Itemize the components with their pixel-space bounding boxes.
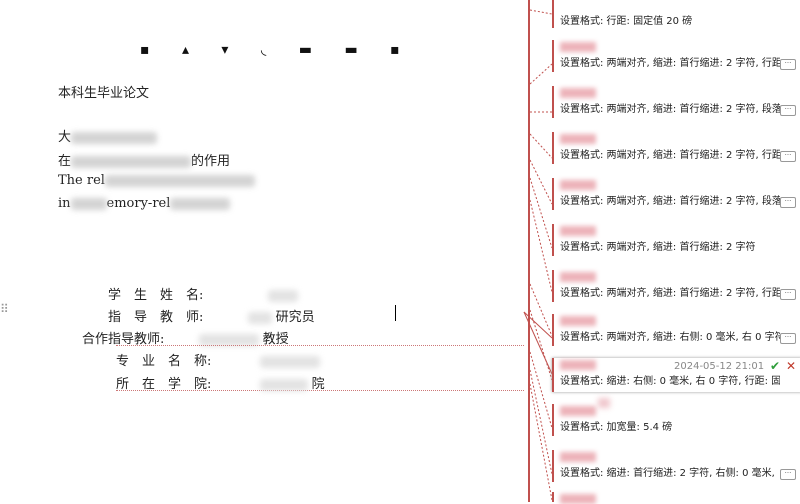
comment-author (560, 406, 596, 416)
comment-text: 设置格式: 行距: 固定值 20 磅 (560, 16, 693, 27)
comment-balloon[interactable]: 设置格式: 两端对齐, 缩进: 首行缩进: 2 字符, 行距 ··· (552, 270, 800, 302)
comment-balloon[interactable]: 设置格式: 两端对齐, 缩进: 首行缩进: 2 字符, 段落 ··· (552, 178, 800, 210)
comment-balloon[interactable]: 设置格式: 缩进: 首行缩进: 2 字符, 右侧: 0 毫米, ··· (552, 450, 800, 482)
comment-author (560, 42, 596, 52)
comment-text: 设置格式: 缩进: 首行缩进: 2 字符, 右侧: 0 毫米, (560, 468, 775, 479)
comment-balloon[interactable]: 设置格式: 两端对齐, 缩进: 首行缩进: 2 字符, 行距 ··· (552, 40, 800, 72)
redacted-mark (598, 398, 610, 408)
comment-author (560, 134, 596, 144)
comment-balloon-active[interactable]: 2024-05-12 21:01 ✔ ✕ 设置格式: 缩进: 右侧: 0 毫米,… (552, 358, 800, 392)
comment-author (560, 494, 596, 504)
comment-text: 设置格式: 两端对齐, 缩进: 右侧: 0 毫米, 右 0 字符 (560, 332, 780, 343)
comment-text: 设置格式: 两端对齐, 缩进: 首行缩进: 2 字符, 行距 (560, 58, 780, 69)
comment-author (560, 180, 596, 190)
comment-balloon[interactable]: 设置格式: 两端对齐, 缩进: 首行缩进: 2 字符, 段落 ··· (552, 86, 800, 118)
comment-balloon[interactable]: 设置格式: 两端对齐, 缩进: 右侧: 0 毫米, 右 0 字符 ··· (552, 314, 800, 346)
markup-margin-line (528, 0, 530, 502)
comment-text: 设置格式: 两端对齐, 缩进: 首行缩进: 2 字符, 段落 (560, 104, 780, 115)
comment-balloon[interactable] (552, 492, 800, 504)
comment-author (560, 316, 596, 326)
comment-text: 设置格式: 两端对齐, 缩进: 首行缩进: 2 字符, 行距 (560, 150, 780, 161)
comment-balloon[interactable]: 设置格式: 两端对齐, 缩进: 首行缩进: 2 字符, 行距 ··· (552, 132, 800, 164)
comment-balloon[interactable]: 设置格式: 加宽量: 5.4 磅 (552, 404, 800, 436)
comment-author (560, 88, 596, 98)
comment-text: 设置格式: 两端对齐, 缩进: 首行缩进: 2 字符, 段落 (560, 196, 780, 207)
more-options-icon[interactable]: ··· (780, 333, 796, 344)
more-options-icon[interactable]: ··· (780, 197, 796, 208)
more-options-icon[interactable]: ··· (780, 105, 796, 116)
comment-text: 设置格式: 缩进: 右侧: 0 毫米, 右 0 字符, 行距: 固 (560, 376, 780, 387)
comment-balloon[interactable]: 设置格式: 两端对齐, 缩进: 首行缩进: 2 字符 (552, 224, 800, 256)
comment-author (560, 272, 596, 282)
comment-balloon[interactable]: 设置格式: 行距: 固定值 20 磅 (552, 0, 800, 28)
comment-date: 2024-05-12 21:01 (674, 361, 765, 372)
comment-text: 设置格式: 两端对齐, 缩进: 首行缩进: 2 字符 (560, 242, 756, 253)
more-options-icon[interactable]: ··· (780, 151, 796, 162)
comment-text: 设置格式: 加宽量: 5.4 磅 (560, 422, 673, 433)
comment-author (560, 226, 596, 236)
more-options-icon[interactable]: ··· (780, 59, 796, 70)
reject-close-icon[interactable]: ✕ (786, 359, 796, 373)
more-options-icon[interactable]: ··· (780, 289, 796, 300)
comment-author (560, 452, 596, 462)
comment-text: 设置格式: 两端对齐, 缩进: 首行缩进: 2 字符, 行距 (560, 288, 780, 299)
more-options-icon[interactable]: ··· (780, 469, 796, 480)
comment-author (560, 360, 596, 370)
accept-check-icon[interactable]: ✔ (770, 359, 780, 373)
